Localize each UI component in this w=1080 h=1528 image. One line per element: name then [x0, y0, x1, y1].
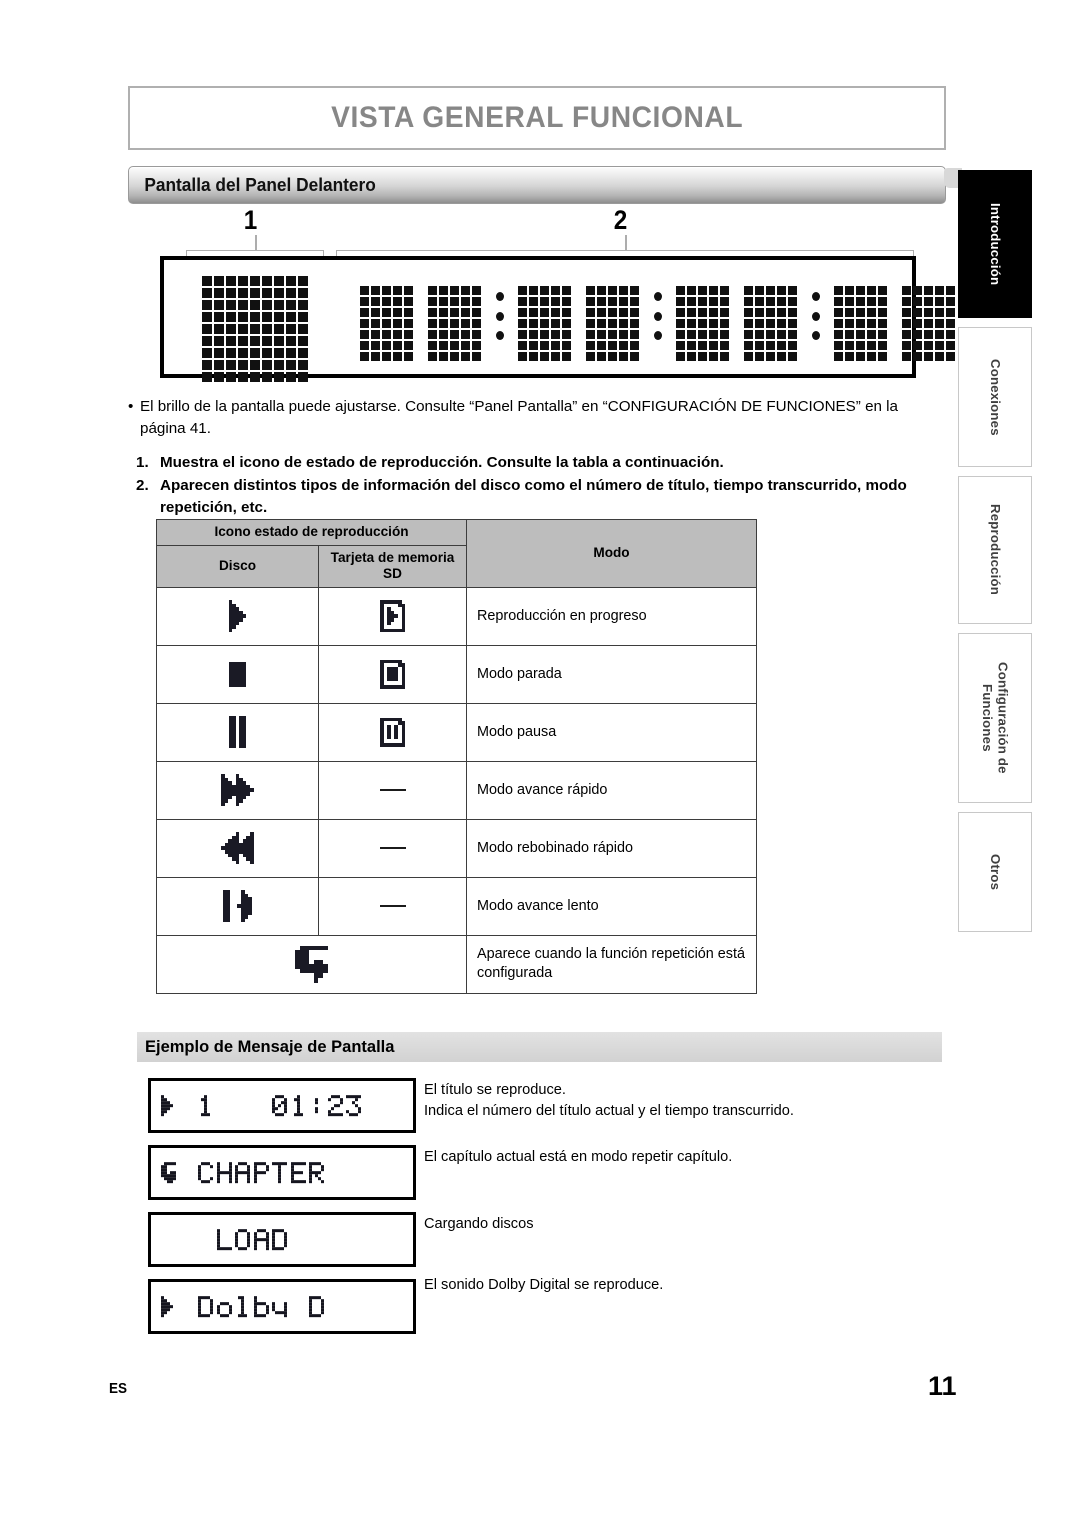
table-row: Modo rebobinado rápido	[156, 818, 757, 878]
list-item: 2. Aparecen distintos tipos de informaci…	[130, 475, 950, 519]
numbered-list: 1. Muestra el icono de estado de reprodu…	[130, 452, 950, 520]
stop-icon	[156, 644, 319, 704]
side-tab-label: Reproducción	[987, 504, 1003, 596]
list-item: 1. Muestra el icono de estado de reprodu…	[130, 452, 950, 474]
lcd-description: El sonido Dolby Digital se reproduce.	[424, 1275, 954, 1296]
sd-stop-icon	[318, 644, 467, 704]
table-row: Modo avance rápido	[156, 760, 757, 820]
front-panel-display-graphic	[160, 256, 955, 382]
example-section-title: Ejemplo de Mensaje de Pantalla	[145, 1037, 395, 1056]
vfd-dot-matrix	[164, 260, 955, 382]
mode-description: Reproducción en progreso	[466, 586, 757, 646]
play-icon	[156, 586, 319, 646]
section-title: Pantalla del Panel Delantero	[144, 174, 376, 195]
lcd-display-example	[148, 1078, 416, 1133]
bullet-dot: •	[128, 398, 134, 415]
side-tab-introducci-n[interactable]: Introducción	[958, 170, 1032, 318]
side-tab-configuraci-n-de-funciones[interactable]: Configuración de Funciones	[958, 633, 1032, 803]
lcd-text	[161, 1228, 291, 1251]
forward-icon	[156, 760, 319, 820]
document-page: VISTA GENERAL FUNCIONAL Pantalla del Pan…	[0, 0, 1080, 1528]
example-section-bar: Ejemplo de Mensaje de Pantalla	[137, 1032, 942, 1062]
pause-icon	[156, 702, 319, 762]
mode-description: Modo parada	[466, 644, 757, 704]
brightness-note: • El brillo de la pantalla puede ajustar…	[128, 396, 946, 439]
list-item-number: 2.	[136, 477, 149, 495]
list-item-text: Aparecen distintos tipos de información …	[160, 477, 907, 517]
mode-description: Aparece cuando la función repetición est…	[466, 934, 757, 994]
table-row: Modo avance lento	[156, 876, 757, 936]
side-tab-label: Conexiones	[987, 358, 1003, 436]
list-item-number: 1.	[136, 454, 149, 471]
sd-pause-icon	[318, 702, 467, 762]
lcd-text	[161, 1161, 328, 1184]
lcd-description: Cargando discos	[424, 1214, 954, 1235]
lcd-description-line: El sonido Dolby Digital se reproduce.	[424, 1277, 664, 1293]
side-tab-label: Otros	[987, 853, 1003, 891]
page-title: VISTA GENERAL FUNCIONAL	[331, 101, 743, 134]
lcd-display-example	[148, 1212, 416, 1267]
table-row: Reproducción en progreso	[156, 586, 757, 646]
mode-description: Modo avance rápido	[466, 760, 757, 820]
list-item-text: Muestra el icono de estado de reproducci…	[160, 454, 724, 471]
lcd-description: El título se reproduce. Indica el número …	[424, 1080, 954, 1121]
callout-number-1: 1	[243, 205, 258, 235]
table-header-mode: Modo	[466, 519, 757, 588]
section-header-bar: Pantalla del Panel Delantero	[128, 166, 946, 204]
side-tab-label: Configuración de Funciones	[980, 662, 1011, 774]
lcd-description-line: Indica el número del título actual y el …	[424, 1102, 794, 1119]
playback-status-icon-table: Icono estado de reproducción Modo Disco …	[156, 519, 757, 994]
callout-number-2: 2	[613, 205, 628, 235]
slow-icon	[156, 876, 319, 936]
table-header-icon-group: Icono estado de reproducción	[156, 519, 467, 546]
table-row: Modo pausa	[156, 702, 757, 762]
table-header-row: Icono estado de reproducción Modo	[156, 519, 757, 588]
mode-description: Modo rebobinado rápido	[466, 818, 757, 878]
lcd-display-example	[148, 1279, 416, 1334]
lcd-description: El capítulo actual está en modo repetir …	[424, 1147, 954, 1168]
lcd-text	[161, 1094, 365, 1117]
brightness-note-text: El brillo de la pantalla puede ajustarse…	[140, 398, 899, 437]
lcd-description-line: El título se reproduce.	[424, 1082, 566, 1098]
side-tab-conexiones[interactable]: Conexiones	[958, 327, 1032, 467]
lcd-description-line: El capítulo actual está en modo repetir …	[424, 1149, 733, 1165]
mode-description: Modo avance lento	[466, 876, 757, 936]
lcd-description-line: Cargando discos	[424, 1216, 534, 1232]
lcd-display-example	[148, 1145, 416, 1200]
side-tab-label: Introducción	[987, 202, 1003, 286]
side-tab-strip: Introducción Conexiones Reproducción Config…	[958, 170, 1032, 941]
rewind-icon	[156, 818, 319, 878]
table-row: Aparece cuando la función repetición est…	[156, 934, 757, 994]
chapter-title-box: VISTA GENERAL FUNCIONAL	[128, 86, 946, 150]
lcd-text	[161, 1295, 328, 1318]
footer-page-number: 11	[928, 1371, 957, 1401]
table-row: Modo parada	[156, 644, 757, 704]
no-icon-dash	[318, 760, 467, 820]
side-tab-otros[interactable]: Otros	[958, 812, 1032, 932]
table-header-sd: Tarjeta de memoria SD	[318, 544, 467, 588]
no-icon-dash	[318, 876, 467, 936]
mode-description: Modo pausa	[466, 702, 757, 762]
sd-play-icon	[318, 586, 467, 646]
side-tab-reproducci-n[interactable]: Reproducción	[958, 476, 1032, 624]
footer-language-code: ES	[109, 1380, 128, 1397]
no-icon-dash	[318, 818, 467, 878]
repeat-icon	[156, 934, 467, 994]
table-header-disc: Disco	[156, 544, 319, 588]
